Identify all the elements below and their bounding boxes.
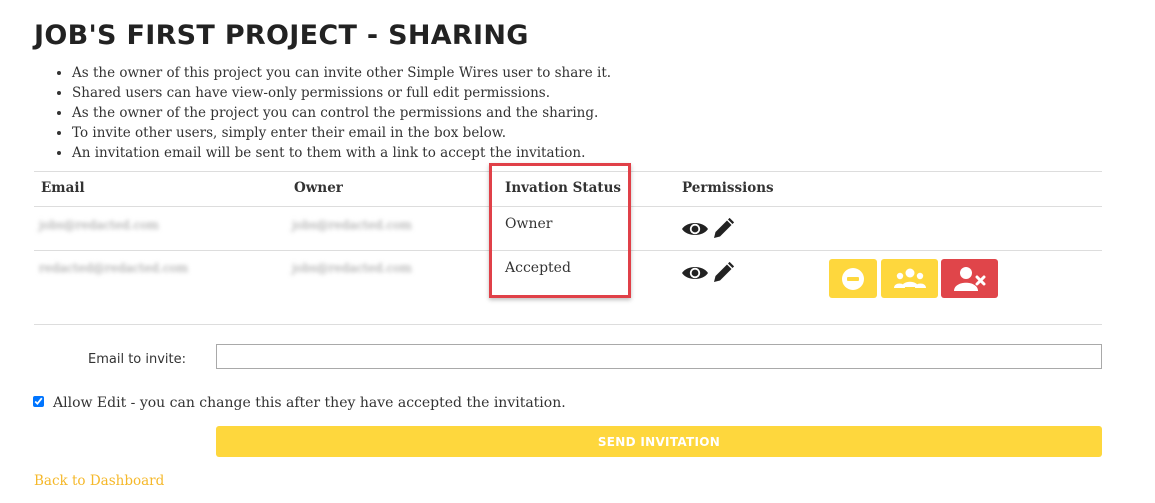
info-item: As the owner of the project you can cont… — [72, 103, 611, 123]
status-column-highlight — [489, 163, 631, 298]
eye-icon — [682, 267, 708, 279]
owner-cell: jobs@redacted.com — [292, 261, 412, 275]
back-to-dashboard-link[interactable]: Back to Dashboard — [34, 473, 164, 489]
info-list: As the owner of this project you can inv… — [54, 63, 611, 163]
permissions-cell — [681, 261, 735, 285]
group-permissions-button[interactable] — [881, 259, 938, 298]
info-item: Shared users can have view-only permissi… — [72, 83, 611, 103]
info-item: To invite other users, simply enter thei… — [72, 123, 611, 143]
email-invite-label: Email to invite: — [88, 352, 187, 367]
pencil-icon — [714, 261, 735, 282]
send-invitation-button[interactable]: SEND INVITATION — [216, 426, 1102, 457]
revoke-button[interactable] — [829, 259, 877, 298]
owner-cell: jobs@redacted.com — [292, 218, 412, 232]
table-divider — [34, 324, 1102, 325]
eye-icon — [682, 223, 708, 235]
minus-circle-icon — [842, 267, 864, 290]
info-item: An invitation email will be sent to them… — [72, 143, 611, 163]
allow-edit-checkbox[interactable] — [33, 396, 44, 407]
column-header-owner: Owner — [294, 180, 343, 196]
pencil-icon — [714, 217, 735, 238]
email-cell: jobs@redacted.com — [39, 218, 159, 232]
page-title: JOB'S FIRST PROJECT - SHARING — [34, 20, 529, 51]
column-header-email: Email — [41, 180, 85, 196]
email-cell: redacted@redacted.com — [39, 261, 189, 275]
column-header-permissions: Permissions — [682, 180, 774, 196]
remove-user-button[interactable] — [941, 259, 998, 298]
info-item: As the owner of this project you can inv… — [72, 63, 611, 83]
users-icon — [893, 268, 926, 288]
allow-edit-label: Allow Edit - you can change this after t… — [53, 395, 566, 411]
email-invite-input[interactable] — [216, 344, 1102, 369]
user-remove-icon — [953, 266, 985, 291]
permissions-cell — [681, 217, 735, 241]
